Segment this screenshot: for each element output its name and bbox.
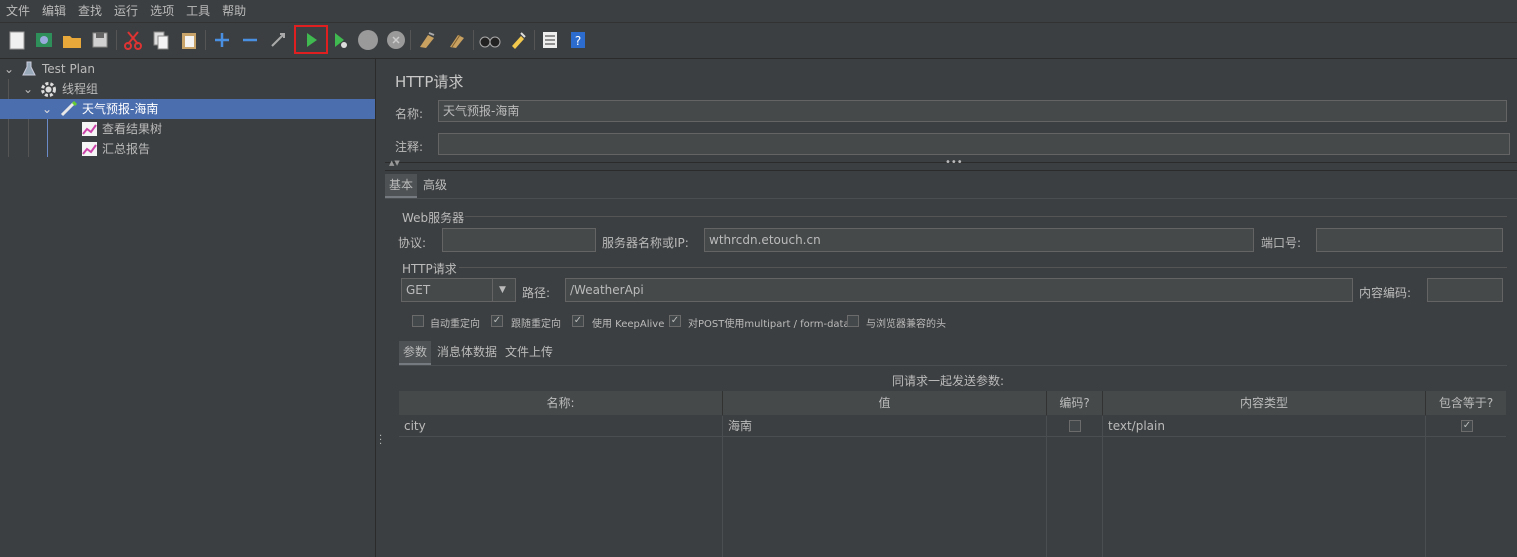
function-helper-icon[interactable] (538, 28, 562, 52)
tab-file-upload[interactable]: 文件上传 (501, 341, 557, 363)
search-icon[interactable] (478, 28, 502, 52)
collapse-icon[interactable] (238, 28, 262, 52)
port-label: 端口号: (1261, 236, 1302, 250)
server-field[interactable]: wthrcdn.etouch.cn (704, 228, 1254, 252)
method-value: GET (406, 283, 431, 297)
chevron-down-icon[interactable]: ⌄ (42, 99, 52, 119)
tree-node-view-results-tree[interactable]: 查看结果树 (0, 119, 375, 139)
test-plan-tree: ⌄ Test Plan ⌄ 线程组 ⌄ 天气预报-海南 查看结果树 汇总报告 (0, 59, 375, 557)
menu-bar: 文件 编辑 查找 运行 选项 工具 帮助 (0, 0, 1517, 23)
tree-label: 线程组 (62, 82, 99, 96)
expand-icon[interactable] (210, 28, 234, 52)
menu-options[interactable]: 选项 (144, 0, 180, 22)
encoding-field[interactable] (1427, 278, 1503, 302)
encoding-label: 内容编码: (1359, 286, 1412, 300)
protocol-label: 协议: (398, 236, 427, 250)
tree-label: 汇总报告 (102, 142, 151, 156)
http-request-group-title: HTTP请求 (402, 262, 457, 276)
menu-tools[interactable]: 工具 (180, 0, 216, 22)
comment-field[interactable] (438, 133, 1510, 155)
reset-search-icon[interactable] (506, 28, 530, 52)
chart-icon (82, 142, 97, 162)
tab-basic[interactable]: 基本 (385, 174, 418, 198)
tab-body-data[interactable]: 消息体数据 (433, 341, 501, 363)
tree-node-summary-report[interactable]: 汇总报告 (0, 139, 375, 159)
stop-icon[interactable] (356, 28, 380, 52)
column-header-content-type[interactable]: 内容类型 (1103, 391, 1426, 415)
path-label: 路径: (522, 286, 551, 300)
cut-icon[interactable] (121, 28, 145, 52)
column-header-include-equals[interactable]: 包含等于? (1426, 391, 1506, 415)
clear-icon[interactable] (415, 28, 439, 52)
menu-run[interactable]: 运行 (108, 0, 144, 22)
tree-node-thread-group[interactable]: ⌄ 线程组 (0, 79, 375, 99)
shutdown-icon[interactable] (384, 28, 408, 52)
tree-node-test-plan[interactable]: ⌄ Test Plan (0, 59, 375, 79)
follow-redirect-checkbox[interactable]: ✓ (491, 315, 503, 327)
cell-encode-checkbox[interactable] (1069, 420, 1081, 432)
method-select[interactable]: GET ▼ (401, 278, 516, 302)
chevron-down-icon: ▼ (499, 285, 506, 295)
start-icon[interactable] (299, 28, 323, 52)
open-icon[interactable] (60, 28, 84, 52)
toolbar: ? (0, 23, 1517, 59)
multipart-checkbox[interactable]: ✓ (669, 315, 681, 327)
name-label: 名称: (395, 107, 424, 121)
web-server-group-title: Web服务器 (402, 211, 465, 225)
name-field[interactable]: 天气预报-海南 (438, 100, 1507, 122)
tree-label: 天气预报-海南 (82, 102, 159, 116)
column-header-name[interactable]: 名称: (399, 391, 723, 415)
multipart-label: 对POST使用multipart / form-data (688, 319, 850, 330)
browser-headers-checkbox[interactable] (847, 315, 859, 327)
tree-node-http-sampler[interactable]: ⌄ 天气预报-海南 (0, 99, 375, 119)
new-icon[interactable] (5, 28, 29, 52)
protocol-field[interactable] (442, 228, 596, 252)
parameters-table: 名称: 值 编码? 内容类型 包含等于? city 海南 text/plain … (399, 391, 1506, 557)
menu-edit[interactable]: 编辑 (36, 0, 72, 22)
comment-label: 注释: (395, 140, 424, 154)
auto-redirect-checkbox[interactable] (412, 315, 424, 327)
column-header-encode[interactable]: 编码? (1047, 391, 1103, 415)
panel-title: HTTP请求 (395, 73, 464, 91)
follow-redirect-label: 跟随重定向 (511, 319, 561, 330)
menu-search[interactable]: 查找 (72, 0, 108, 22)
menu-file[interactable]: 文件 (0, 0, 36, 22)
menu-help[interactable]: 帮助 (216, 0, 252, 22)
cell-include-equals-checkbox[interactable]: ✓ (1461, 420, 1473, 432)
tab-advanced[interactable]: 高级 (419, 174, 451, 196)
port-field[interactable] (1316, 228, 1503, 252)
path-field[interactable]: /WeatherApi (565, 278, 1353, 302)
svg-text:?: ? (575, 34, 581, 48)
auto-redirect-label: 自动重定向 (430, 319, 480, 330)
tree-label: 查看结果树 (102, 122, 163, 136)
browser-headers-label: 与浏览器兼容的头 (866, 319, 946, 330)
cell-name[interactable]: city (399, 416, 722, 436)
tab-parameters[interactable]: 参数 (399, 341, 432, 365)
copy-icon[interactable] (149, 28, 173, 52)
tree-label: Test Plan (42, 62, 95, 76)
chevron-down-icon[interactable]: ⌄ (4, 59, 14, 79)
paste-icon[interactable] (177, 28, 201, 52)
keepalive-checkbox[interactable]: ✓ (572, 315, 584, 327)
column-header-value[interactable]: 值 (723, 391, 1047, 415)
chevron-down-icon[interactable]: ⌄ (23, 79, 33, 99)
start-no-pause-icon[interactable] (328, 28, 352, 52)
cell-content-type[interactable]: text/plain (1103, 416, 1425, 436)
section-divider[interactable]: ▲▼ ••• (385, 157, 1517, 171)
toggle-icon[interactable] (266, 28, 290, 52)
cell-value[interactable]: 海南 (723, 416, 1046, 436)
help-icon[interactable]: ? (566, 28, 590, 52)
clear-all-icon[interactable] (445, 28, 469, 52)
keepalive-label: 使用 KeepAlive (592, 319, 665, 330)
server-label: 服务器名称或IP: (602, 236, 689, 250)
templates-icon[interactable] (32, 28, 56, 52)
params-caption: 同请求一起发送参数: (892, 374, 1005, 388)
save-icon[interactable] (88, 28, 112, 52)
